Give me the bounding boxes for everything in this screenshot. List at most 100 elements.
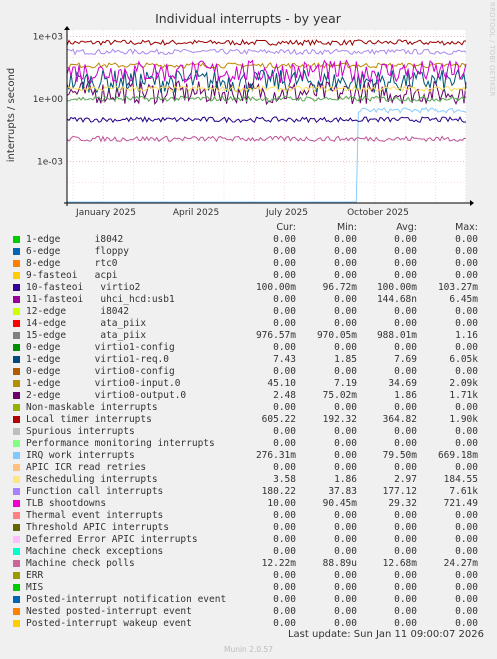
legend-value-avg: 0.00: [394, 318, 417, 329]
legend-label: Performance monitoring interrupts: [26, 438, 215, 449]
legend-value-cur: 0.00: [273, 462, 296, 473]
legend-label: 9-fasteoi acpi: [26, 270, 118, 281]
legend-label: 0-edge virtio0-config: [26, 366, 175, 377]
legend-label: Spurious interrupts: [26, 426, 135, 437]
legend-value-avg: 0.00: [394, 402, 417, 413]
legend-swatch: [13, 284, 20, 291]
legend-value-max: 669.18m: [437, 450, 478, 461]
legend-row: Function call interrupts 180.22 37.83 177.1…: [0, 486, 497, 498]
legend-header: Cur: Min: Avg: Max:: [0, 222, 497, 234]
legend-value-avg: 2.97: [394, 474, 417, 485]
legend-value-cur: 0.00: [273, 582, 296, 593]
legend-value-avg: 0.00: [394, 426, 417, 437]
y-axis-arrow: [64, 26, 70, 30]
legend-value-cur: 276.31m: [255, 450, 296, 461]
legend-value-cur: 976.57m: [255, 330, 296, 341]
legend-swatch: [13, 380, 20, 387]
legend-value-max: 103.27m: [437, 282, 478, 293]
legend-value-cur: 100.00m: [255, 282, 296, 293]
legend-label: 1-edge virtio1-req.0: [26, 354, 169, 365]
legend-row: TLB shootdowns 10.00 90.45m 29.32 721.49: [0, 498, 497, 510]
legend-row: Nested posted-interrupt event 0.00 0.00 0.0…: [0, 606, 497, 618]
legend-value-cur: 0.00: [273, 294, 296, 305]
legend-swatch: [13, 236, 20, 243]
legend-value-max: 1.90k: [449, 414, 478, 425]
legend-value-max: 24.27m: [443, 558, 478, 569]
legend-value-cur: 0.00: [273, 606, 296, 617]
legend-row: 1-edge virtio1-req.0 7.43 1.85 7.69 6.05k: [0, 354, 497, 366]
legend-value-max: 0.00: [455, 582, 478, 593]
legend-value-cur: 12.22m: [261, 558, 296, 569]
legend-value-max: 0.00: [455, 258, 478, 269]
legend-label: 1-edge virtio0-input.0: [26, 378, 181, 389]
legend-row: MIS 0.00 0.00 0.00 0.00: [0, 582, 497, 594]
legend-value-cur: 0.00: [273, 594, 296, 605]
legend-swatch: [13, 620, 20, 627]
legend-swatch: [13, 404, 20, 411]
legend-value-max: 1.16: [455, 330, 478, 341]
legend-row: 14-edge ata_piix 0.00 0.00 0.00 0.00: [0, 318, 497, 330]
legend-value-max: 0.00: [455, 246, 478, 257]
legend-value-cur: 3.58: [273, 474, 296, 485]
legend-value-cur: 180.22: [261, 486, 296, 497]
legend-swatch: [13, 356, 20, 363]
legend-row: Thermal event interrupts 0.00 0.00 0.00 0.00: [0, 510, 497, 522]
legend-value-avg: 0.00: [394, 582, 417, 593]
legend-label: Posted-interrupt wakeup event: [26, 618, 192, 629]
legend-label: Machine check polls: [26, 558, 135, 569]
legend-swatch: [13, 272, 20, 279]
legend-value-avg: 0.00: [394, 462, 417, 473]
legend-swatch: [13, 488, 20, 495]
rrdtool-watermark: RRDTOOL / TOBI OETIKER: [488, 2, 496, 97]
legend-value-avg: 0.00: [394, 618, 417, 629]
legend-label: Posted-interrupt notification event: [26, 594, 227, 605]
legend-label: Local timer interrupts: [26, 414, 152, 425]
legend-row: IRQ work interrupts 276.31m 0.00 79.50m 669.…: [0, 450, 497, 462]
legend-value-cur: 0.00: [273, 522, 296, 533]
legend-value-cur: 0.00: [273, 270, 296, 281]
legend-value-cur: 0.00: [273, 366, 296, 377]
legend-value-cur: 0.00: [273, 546, 296, 557]
legend-label: 12-edge i8042: [26, 306, 129, 317]
legend-row: Threshold APIC interrupts 0.00 0.00 0.00 0.0…: [0, 522, 497, 534]
legend-value-cur: 0.00: [273, 342, 296, 353]
legend-value-max: 0.00: [455, 522, 478, 533]
legend-value-avg: 0.00: [394, 546, 417, 557]
legend-value-cur: 0.00: [273, 438, 296, 449]
legend-value-avg: 0.00: [394, 534, 417, 545]
legend-value-avg: 12.68m: [382, 558, 417, 569]
legend-value-avg: 29.32: [388, 498, 417, 509]
legend-row: Deferred Error APIC interrupts 0.00 0.00 0.…: [0, 534, 497, 546]
legend-value-cur: 0.00: [273, 258, 296, 269]
legend-label: TLB shootdowns: [26, 498, 107, 509]
legend-row: 1-edge i8042 0.00 0.00 0.00 0.00: [0, 234, 497, 246]
plot-area: [67, 30, 466, 203]
y-tick-label: 1e-03: [37, 157, 63, 167]
legend-value-max: 2.09k: [449, 378, 478, 389]
legend-value-max: 0.00: [455, 270, 478, 281]
y-axis-label: interrupts / second: [6, 68, 17, 162]
legend-row: 15-edge ata_piix 976.57m 970.05m 988.01m 1.1…: [0, 330, 497, 342]
legend-label: Non-maskable interrupts: [26, 402, 158, 413]
legend-value-cur: 0.00: [273, 510, 296, 521]
legend-value-max: 0.00: [455, 306, 478, 317]
x-tick-label: January 2025: [75, 208, 136, 218]
legend-swatch: [13, 464, 20, 471]
legend-value-cur: 0.00: [273, 246, 296, 257]
legend-row: 9-fasteoi acpi 0.00 0.00 0.00 0.00: [0, 270, 497, 282]
legend-swatch: [13, 608, 20, 615]
legend-value-avg: 144.68n: [376, 294, 417, 305]
legend-value-max: 0.00: [455, 510, 478, 521]
legend-swatch: [13, 308, 20, 315]
legend-value-avg: 0.00: [394, 594, 417, 605]
legend-value-max: 0.00: [455, 342, 478, 353]
legend-label: Thermal event interrupts: [26, 510, 164, 521]
legend-row: 12-edge i8042 0.00 0.00 0.00 0.00: [0, 306, 497, 318]
legend-swatch: [13, 392, 20, 399]
legend-value-max: 0.00: [455, 234, 478, 245]
x-tick-label: July 2025: [265, 208, 308, 218]
legend-label: Deferred Error APIC interrupts: [26, 534, 198, 545]
legend-label: Rescheduling interrupts: [26, 474, 158, 485]
legend-swatch: [13, 440, 20, 447]
legend-value-cur: 0.00: [273, 402, 296, 413]
